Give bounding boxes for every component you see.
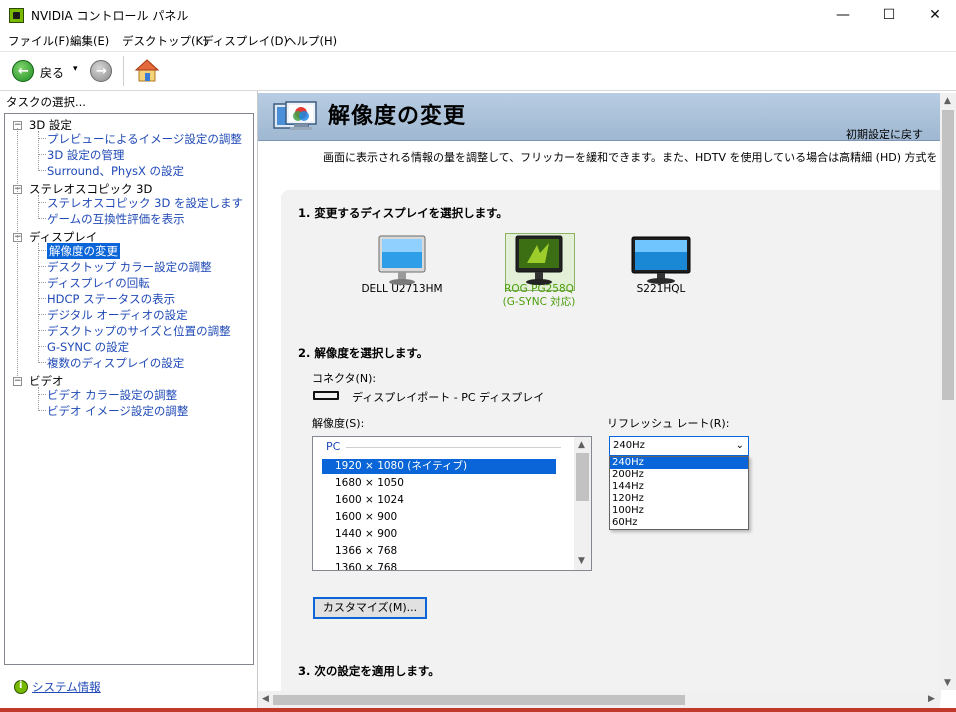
minimize-button[interactable]: —: [820, 0, 866, 31]
tree-item-hdcp-status[interactable]: HDCP ステータスの表示: [47, 291, 175, 307]
tree-item-multiple-displays[interactable]: 複数のディスプレイの設定: [47, 355, 184, 371]
tree-item-rotate-display[interactable]: ディスプレイの回転: [47, 275, 150, 291]
resolution-group-header: PC: [326, 440, 341, 453]
refresh-option[interactable]: 144Hz: [610, 481, 748, 493]
tree-item-video-image[interactable]: ビデオ イメージ設定の調整: [47, 403, 188, 419]
display-settings-icon: [272, 100, 320, 136]
tree-item-manage-3d-settings[interactable]: 3D 設定の管理: [47, 147, 124, 163]
display-s221hql[interactable]: S221HQL: [616, 235, 706, 296]
home-icon: [134, 59, 160, 82]
forward-button[interactable]: →: [90, 60, 112, 82]
page-horizontal-scroll-thumb[interactable]: [273, 695, 685, 705]
back-arrow-icon: ←: [18, 64, 29, 79]
refresh-option[interactable]: 60Hz: [610, 517, 748, 529]
display-rog-pg258q[interactable]: ROG PG258Q (G-SYNC 対応): [494, 235, 584, 309]
connector-value: ディスプレイポート - PC ディスプレイ: [352, 391, 545, 404]
refresh-option[interactable]: 100Hz: [610, 505, 748, 517]
tree-item-video-color[interactable]: ビデオ カラー設定の調整: [47, 387, 177, 403]
refresh-option[interactable]: 200Hz: [610, 469, 748, 481]
resolution-scroll-thumb[interactable]: [576, 453, 589, 501]
refresh-option[interactable]: 120Hz: [610, 493, 748, 505]
tree-item-change-resolution[interactable]: 解像度の変更: [47, 243, 120, 259]
nvidia-app-icon: [9, 8, 24, 23]
scroll-up-icon[interactable]: ▲: [944, 96, 951, 106]
scroll-left-icon[interactable]: ◀: [262, 694, 269, 704]
page-title: 解像度の変更: [328, 104, 467, 129]
refresh-rate-label: リフレッシュ レート(R):: [607, 417, 730, 430]
task-select-label: タスクの選択...: [6, 95, 86, 109]
displayport-icon: [313, 391, 339, 400]
window-title: NVIDIA コントロール パネル: [31, 9, 189, 23]
maximize-button[interactable]: ☐: [866, 0, 912, 31]
close-button[interactable]: ✕: [912, 0, 956, 31]
section-1-title: 1. 変更するディスプレイを選択します。: [298, 206, 508, 220]
restore-defaults-link[interactable]: 初期設定に戻す: [846, 126, 923, 142]
monitor-icon: [631, 235, 691, 284]
resolution-option[interactable]: 1440 × 900: [322, 527, 556, 542]
resolution-option[interactable]: 1360 × 768: [322, 561, 556, 570]
scroll-right-icon[interactable]: ▶: [928, 694, 935, 704]
home-button[interactable]: [134, 58, 160, 84]
resolution-option[interactable]: 1600 × 1024: [322, 493, 556, 508]
menu-desktop[interactable]: デスクトップ(K): [122, 33, 208, 49]
menu-help[interactable]: ヘルプ(H): [285, 33, 337, 49]
chevron-down-icon: ⌄: [735, 440, 744, 451]
tree-item-preview-image-settings[interactable]: プレビューによるイメージ設定の調整: [47, 131, 242, 147]
connector-label: コネクタ(N):: [312, 372, 377, 385]
group-divider: [346, 447, 561, 448]
scroll-up-icon[interactable]: ▲: [578, 440, 585, 450]
section-3-title: 3. 次の設定を適用します。: [298, 664, 440, 678]
page-description: 画面に表示される情報の量を調整して、フリッカーを緩和できます。また、HDTV を…: [323, 151, 937, 164]
tree-item-setup-stereoscopic[interactable]: ステレオスコピック 3D を設定します: [47, 195, 243, 211]
tree-item-digital-audio[interactable]: デジタル オーディオの設定: [47, 307, 188, 323]
pane-splitter[interactable]: [257, 91, 258, 712]
monitor-icon: [378, 235, 426, 285]
resolution-option[interactable]: 1600 × 900: [322, 510, 556, 525]
toolbar-separator: [123, 56, 124, 86]
resolution-option[interactable]: 1366 × 768: [322, 544, 556, 559]
customize-button[interactable]: カスタマイズ(M)...: [313, 597, 427, 619]
tree-item-desktop-color[interactable]: デスクトップ カラー設定の調整: [47, 259, 212, 275]
forward-arrow-icon: →: [96, 64, 107, 79]
scroll-down-icon[interactable]: ▼: [944, 678, 951, 688]
system-info-link[interactable]: システム情報: [32, 679, 101, 695]
section-2-title: 2. 解像度を選択します。: [298, 346, 429, 360]
resolution-label: 解像度(S):: [312, 417, 365, 430]
task-tree[interactable]: − 3D 設定 プレビューによるイメージ設定の調整 3D 設定の管理 Surro…: [4, 113, 254, 665]
window-bottom-edge: [0, 708, 956, 712]
resolution-option[interactable]: 1680 × 1050: [322, 476, 556, 491]
back-label[interactable]: 戻る: [40, 64, 64, 81]
page-vertical-scroll-thumb[interactable]: [942, 110, 954, 400]
tree-item-game-compat[interactable]: ゲームの互換性評価を表示: [47, 211, 185, 227]
resolution-option[interactable]: 1920 × 1080 (ネイティブ): [322, 459, 556, 474]
refresh-rate-select[interactable]: 240Hz ⌄: [609, 436, 749, 456]
monitor-icon: [515, 235, 563, 285]
display-dell-u2713hm[interactable]: DELL U2713HM: [357, 235, 447, 296]
scroll-down-icon[interactable]: ▼: [578, 556, 585, 566]
system-info-icon[interactable]: [14, 680, 28, 694]
menu-file[interactable]: ファイル(F): [8, 33, 70, 49]
refresh-option[interactable]: 240Hz: [610, 457, 748, 469]
tree-item-desktop-size-position[interactable]: デスクトップのサイズと位置の調整: [47, 323, 231, 339]
back-history-dropdown[interactable]: ▾: [73, 64, 78, 74]
tree-item-gsync[interactable]: G-SYNC の設定: [47, 339, 129, 355]
menu-edit[interactable]: 編集(E): [70, 33, 109, 49]
refresh-rate-value: 240Hz: [613, 440, 645, 451]
tree-item-surround-physx[interactable]: Surround、PhysX の設定: [47, 163, 184, 179]
back-button[interactable]: ←: [12, 60, 34, 82]
collapse-icon[interactable]: −: [13, 377, 22, 386]
menu-display[interactable]: ディスプレイ(D): [202, 33, 288, 49]
